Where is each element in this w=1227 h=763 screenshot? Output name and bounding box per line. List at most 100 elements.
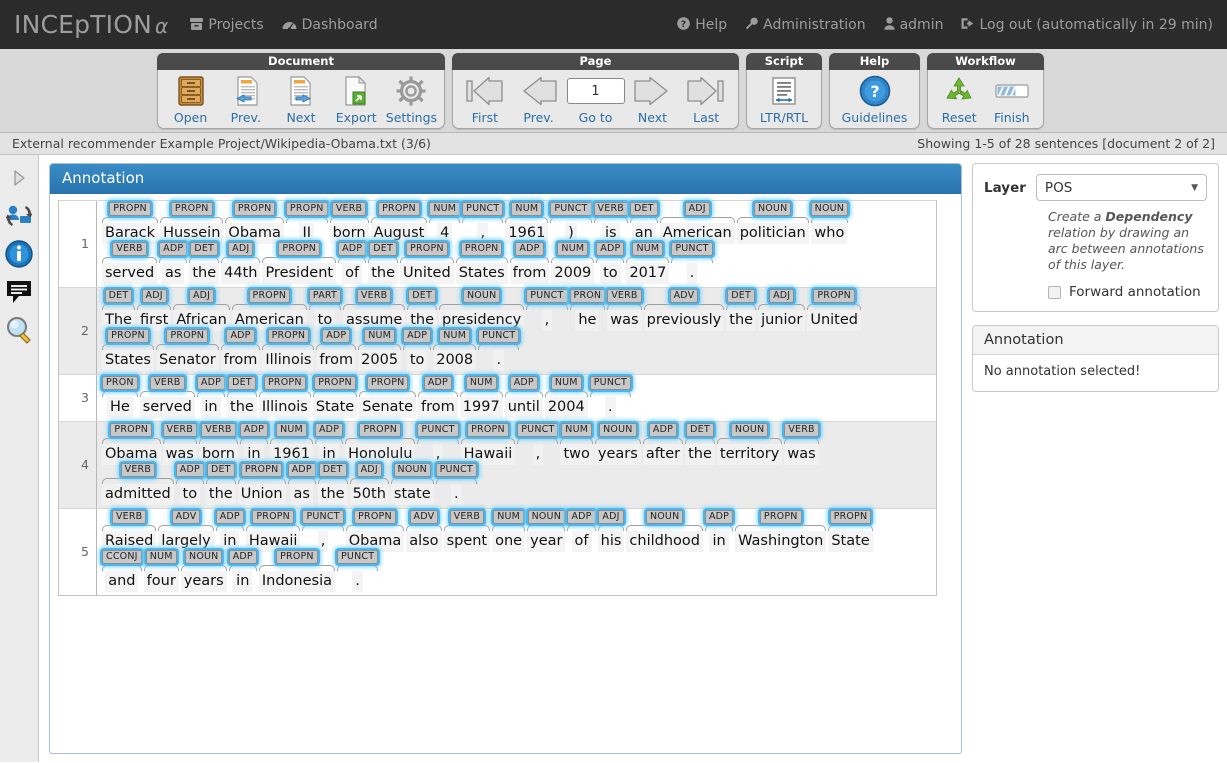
pos-tag-det[interactable]: DET [206,462,235,477]
pos-tag-propn[interactable]: PROPN [107,328,149,343]
pos-tag-verb[interactable]: VERB [112,241,147,256]
nav-link-user[interactable]: admin [883,17,943,33]
pos-tag-propn[interactable]: PROPN [264,375,306,390]
token-word[interactable]: Hussein [160,222,224,244]
pos-tag-verb[interactable]: VERB [162,422,197,437]
pos-tag-num[interactable]: NUM [439,328,471,343]
token-word[interactable]: African [173,309,230,331]
pos-tag-pron[interactable]: PRON [569,288,606,303]
pos-tag-num[interactable]: NUM [511,201,543,216]
token-word[interactable]: Hawaii [460,443,516,465]
pos-tag-propn[interactable]: PROPN [354,509,396,524]
pos-tag-adp[interactable]: ADP [596,241,625,256]
open-document-button[interactable]: Open [164,72,217,125]
ltr-rtl-button[interactable]: LTR/RTL [753,72,815,125]
token-word[interactable]: in [709,530,729,552]
token-word[interactable]: an [631,222,656,244]
token-word[interactable]: as [290,483,313,505]
token-word[interactable]: largely [158,530,214,552]
pos-tag-propn[interactable]: PROPN [378,201,420,216]
pos-tag-adp[interactable]: ADP [403,328,432,343]
pos-tag-noun[interactable]: NOUN [810,201,849,216]
pos-tag-det[interactable]: DET [408,288,437,303]
token-word[interactable]: childhood [626,530,703,552]
finish-workflow-button[interactable]: Finish [987,72,1038,125]
token-word[interactable]: the [227,396,257,418]
pos-tag-det[interactable]: DET [318,462,347,477]
pos-tag-adp[interactable]: ADP [239,422,269,437]
token-word[interactable]: . [352,570,363,592]
token-word[interactable]: to [179,483,201,505]
pos-tag-noun[interactable]: NOUN [645,509,684,524]
token-word[interactable]: years [180,570,227,592]
token-word[interactable]: , [532,443,544,465]
page-number-input[interactable] [566,78,625,104]
token-word[interactable]: years [594,443,641,465]
token-word[interactable]: the [368,262,399,284]
pos-tag-adp[interactable]: ADP [648,422,678,437]
token-word[interactable]: II [299,222,315,244]
pos-tag-adp[interactable]: ADP [567,509,596,524]
token-word[interactable]: 2008 [433,349,477,371]
token-word[interactable]: United [400,262,454,284]
token-word[interactable]: from [316,349,357,371]
pos-tag-det[interactable]: DET [686,422,714,437]
user-sync-icon[interactable] [4,201,34,231]
token-word[interactable]: who [811,222,848,244]
token-word[interactable]: the [685,443,715,465]
pos-tag-propn[interactable]: PROPN [110,422,153,437]
pos-tag-propn[interactable]: PROPN [314,375,356,390]
pos-tag-num[interactable]: NUM [550,375,582,390]
forward-annotation-checkbox[interactable] [1048,285,1061,299]
pos-tag-adp[interactable]: ADP [509,375,538,390]
token-word[interactable]: the [317,483,348,505]
token-word[interactable]: spent [443,530,491,552]
pos-tag-det[interactable]: DET [104,288,133,303]
pos-tag-part[interactable]: PART [308,288,342,303]
export-document-button[interactable]: Export [330,72,383,125]
pos-tag-verb[interactable]: VERB [449,509,485,524]
pos-tag-propn[interactable]: PROPN [467,422,509,437]
pos-tag-noun[interactable]: NOUN [527,509,566,524]
pos-tag-adj[interactable]: ADJ [598,509,624,524]
forward-annotation-row[interactable]: Forward annotation [1048,284,1207,300]
pos-tag-num[interactable]: NUM [493,509,525,524]
pos-tag-det[interactable]: DET [228,375,256,390]
document-settings-button[interactable]: Settings [385,72,438,125]
pos-tag-punct[interactable]: PUNCT [417,422,459,437]
token-word[interactable]: State [828,530,873,552]
token-word[interactable]: Barack [102,222,159,244]
search-icon[interactable] [4,315,34,345]
pos-tag-punct[interactable]: PUNCT [550,201,592,216]
token-word[interactable]: one [492,530,526,552]
token-word[interactable]: in [201,396,221,418]
info-icon[interactable] [4,239,34,269]
pos-tag-propn[interactable]: PROPN [267,328,310,343]
next-document-button[interactable]: Next [274,72,327,125]
token-word[interactable]: , [317,530,329,552]
pos-tag-propn[interactable]: PROPN [460,241,503,256]
pos-tag-adp[interactable]: ADP [215,509,244,524]
previous-document-button[interactable]: Prev. [219,72,272,125]
pos-tag-punct[interactable]: PUNCT [517,422,559,437]
token-word[interactable]: in [244,443,264,465]
token-word[interactable]: politician [736,222,809,244]
comment-icon[interactable] [4,277,34,307]
token-word[interactable]: . [493,349,505,371]
pos-tag-num[interactable]: NUM [145,549,177,564]
token-word[interactable]: Indonesia [258,570,335,592]
token-word[interactable]: was [162,443,197,465]
token-word[interactable]: in [319,443,339,465]
pos-tag-punct[interactable]: PUNCT [671,241,713,256]
pos-tag-punct[interactable]: PUNCT [336,549,379,564]
token-word[interactable]: Obama [102,443,161,465]
token-word[interactable]: 44th [221,262,261,284]
token-word[interactable]: he [575,309,600,331]
layer-select[interactable]: POS ▼ [1035,174,1207,201]
pos-tag-adj[interactable]: ADJ [141,288,167,303]
pos-tag-pron[interactable]: PRON [102,375,138,390]
token-word[interactable]: State [312,396,358,418]
pos-tag-punct[interactable]: PUNCT [589,375,631,390]
token-word[interactable]: served [139,396,195,418]
token-word[interactable]: 1997 [459,396,503,418]
